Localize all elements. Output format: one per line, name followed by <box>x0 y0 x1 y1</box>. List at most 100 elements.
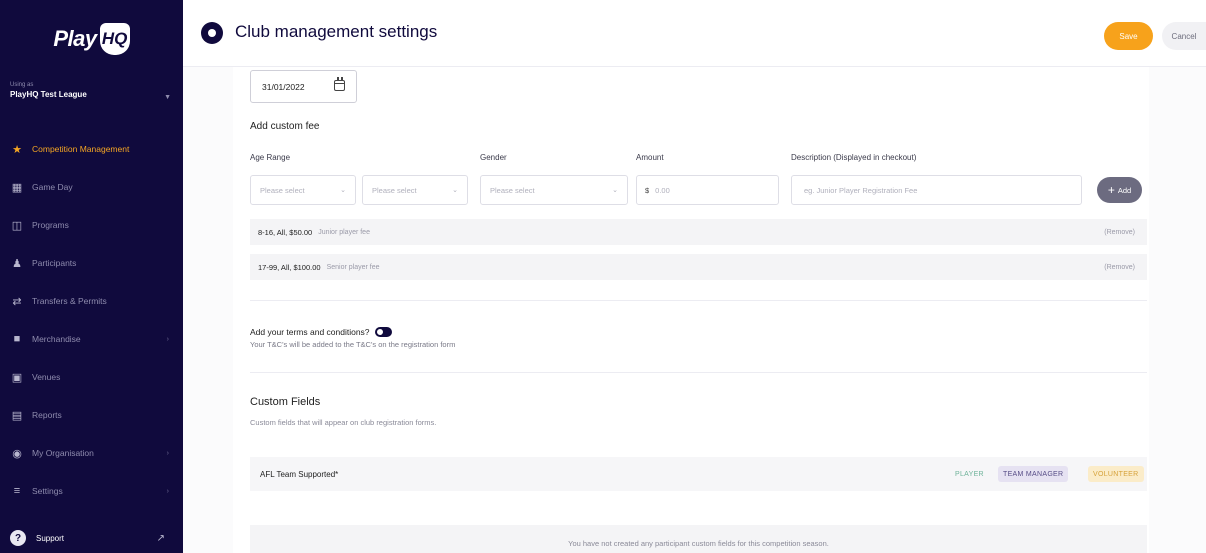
shirt-icon: ■ <box>13 333 21 345</box>
empty-state-message: You have not created any participant cus… <box>250 525 1147 553</box>
gear-icon <box>201 22 223 44</box>
fee-description: Junior player fee <box>318 228 370 236</box>
gender-label: Gender <box>480 153 507 162</box>
page-header: Club management settings Save Cancel <box>183 0 1206 67</box>
settings-card: 31/01/2022 Add custom fee Age Range Gend… <box>233 67 1149 553</box>
age-from-select[interactable]: Please select ⌄ <box>250 175 356 205</box>
date-value: 31/01/2022 <box>262 81 305 92</box>
sidebar-item-label: Game Day <box>32 182 73 192</box>
sidebar-item-game-day[interactable]: ▦ Game Day <box>0 168 183 206</box>
terms-subtitle: Your T&C's will be added to the T&C's on… <box>250 340 456 349</box>
custom-field-label: AFL Team Supported* <box>260 469 339 479</box>
venue-icon: ▣ <box>11 371 23 384</box>
chevron-right-icon: › <box>166 487 169 495</box>
tag-volunteer: VOLUNTEER <box>1088 466 1144 482</box>
age-range-label: Age Range <box>250 153 291 162</box>
description-input[interactable]: eg. Junior Player Registration Fee <box>791 175 1082 205</box>
scoreboard-icon: ▦ <box>11 181 23 194</box>
custom-fields-title: Custom Fields <box>250 396 321 408</box>
fee-row: 17-99, All, $100.00 Senior player fee (R… <box>250 254 1147 280</box>
support-link[interactable]: ? Support ↗ <box>0 523 183 553</box>
sidebar-item-merchandise[interactable]: ■ Merchandise › <box>0 320 183 358</box>
fee-summary: 8-16, All, $50.00 <box>258 227 313 237</box>
gender-placeholder: Please select <box>490 185 535 195</box>
plus-icon: + <box>1107 183 1115 197</box>
book-icon: ◫ <box>11 219 23 232</box>
sidebar-item-label: Merchandise <box>32 334 81 344</box>
chevron-down-icon: ⌄ <box>612 187 618 194</box>
fee-summary: 17-99, All, $100.00 <box>258 262 321 272</box>
sliders-icon: ≡ <box>13 485 21 497</box>
app-window: Play HQ Using as PlayHQ Test League ▼ ★ … <box>0 0 1206 553</box>
sidebar-item-transfers-permits[interactable]: ⇄ Transfers & Permits <box>0 282 183 320</box>
custom-fee-title: Add custom fee <box>250 121 320 132</box>
playhq-logo[interactable]: Play HQ <box>0 0 183 78</box>
chevron-down-icon: ⌄ <box>340 187 346 194</box>
amount-placeholder: 0.00 <box>655 185 670 195</box>
tag-team-manager: TEAM MANAGER <box>998 466 1069 482</box>
calendar-icon[interactable] <box>334 77 345 91</box>
logo-text: Play <box>53 26 97 51</box>
age-to-select[interactable]: Please select ⌄ <box>362 175 468 205</box>
amount-input[interactable]: $ 0.00 <box>636 175 779 205</box>
description-label: Description (Displayed in checkout) <box>791 153 917 162</box>
terms-toggle[interactable] <box>374 327 392 337</box>
sidebar-item-label: Settings <box>32 486 63 496</box>
currency-symbol: $ <box>645 185 650 195</box>
sidebar: Play HQ Using as PlayHQ Test League ▼ ★ … <box>0 0 183 553</box>
gender-select[interactable]: Please select ⌄ <box>480 175 628 205</box>
add-fee-button[interactable]: + Add <box>1097 177 1142 203</box>
age-from-placeholder: Please select <box>260 185 305 195</box>
sidebar-item-programs[interactable]: ◫ Programs <box>0 206 183 244</box>
org-name: PlayHQ Test League <box>10 90 87 99</box>
arrows-icon: ⇄ <box>12 295 22 308</box>
external-link-icon: ↗ <box>156 532 165 544</box>
date-field[interactable]: 31/01/2022 <box>250 70 357 103</box>
chevron-right-icon: › <box>166 335 169 343</box>
description-placeholder: eg. Junior Player Registration Fee <box>804 185 918 195</box>
add-fee-label: Add <box>1117 185 1132 195</box>
divider <box>250 300 1147 301</box>
divider <box>250 372 1147 373</box>
page-title: Club management settings <box>235 22 438 41</box>
fee-row: 8-16, All, $50.00 Junior player fee (Rem… <box>250 219 1147 245</box>
custom-fields-subtitle: Custom fields that will appear on club r… <box>250 418 437 427</box>
sidebar-item-label: Reports <box>32 410 62 420</box>
sidebar-item-my-organisation[interactable]: ◉ My Organisation › <box>0 434 183 472</box>
org-caption: Using as <box>10 82 34 88</box>
terms-title: Add your terms and conditions? <box>250 327 370 337</box>
sidebar-item-settings[interactable]: ≡ Settings › <box>0 472 183 510</box>
sidebar-item-label: Transfers & Permits <box>32 296 107 306</box>
tag-player: PLAYER <box>955 470 984 478</box>
sidebar-item-label: Venues <box>32 372 61 382</box>
age-to-placeholder: Please select <box>372 185 417 195</box>
sidebar-item-label: Participants <box>32 258 77 268</box>
people-icon: ♟ <box>12 257 22 270</box>
main-content: 31/01/2022 Add custom fee Age Range Gend… <box>183 67 1206 553</box>
globe-icon: ◉ <box>12 447 22 460</box>
sidebar-item-competition-management[interactable]: ★ Competition Management <box>0 130 183 168</box>
sidebar-item-label: Competition Management <box>32 144 130 154</box>
trophy-icon: ★ <box>12 143 22 156</box>
custom-field-row[interactable]: AFL Team Supported* PLAYER TEAM MANAGER … <box>250 457 1147 491</box>
logo-badge: HQ <box>99 23 130 55</box>
save-button[interactable]: Save <box>1104 22 1153 50</box>
org-switcher[interactable]: Using as PlayHQ Test League ▼ <box>0 78 183 130</box>
reports-icon: ▤ <box>11 409 23 422</box>
chevron-down-icon: ⌄ <box>452 187 458 194</box>
fee-description: Senior player fee <box>326 263 380 271</box>
remove-fee-link[interactable]: (Remove) <box>1104 264 1135 271</box>
support-label: Support <box>36 533 65 543</box>
terms-toggle-row: Add your terms and conditions? <box>250 327 392 337</box>
sidebar-item-venues[interactable]: ▣ Venues <box>0 358 183 396</box>
sidebar-item-reports[interactable]: ▤ Reports <box>0 396 183 434</box>
cancel-button[interactable]: Cancel <box>1162 22 1206 50</box>
sidebar-item-participants[interactable]: ♟ Participants <box>0 244 183 282</box>
sidebar-item-label: My Organisation <box>32 448 94 458</box>
sidebar-item-label: Programs <box>32 220 69 230</box>
chevron-down-icon: ▼ <box>164 94 171 101</box>
chevron-right-icon: › <box>166 449 169 457</box>
remove-fee-link[interactable]: (Remove) <box>1104 229 1135 236</box>
amount-label: Amount <box>636 153 664 162</box>
help-icon: ? <box>10 530 26 546</box>
